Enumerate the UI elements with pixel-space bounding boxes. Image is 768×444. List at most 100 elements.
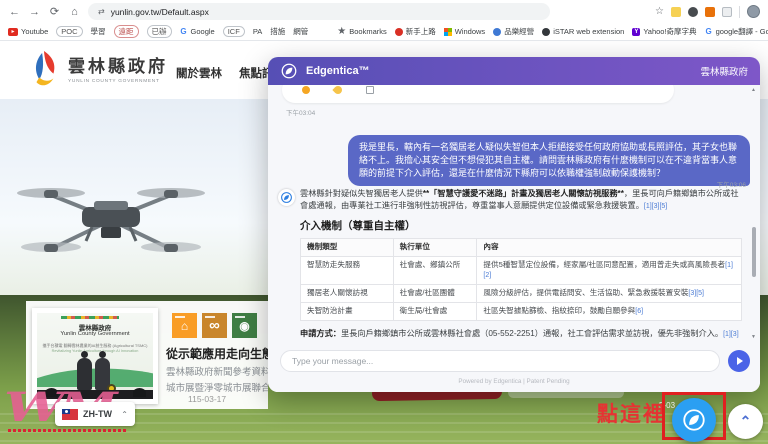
address-bar[interactable]: ⇄ yunlin.gov.tw/Default.aspx: [88, 3, 550, 20]
citation-links[interactable]: [1][3]: [723, 331, 739, 338]
sdg-12-icon: ∞: [202, 313, 227, 338]
scrollbar-down-arrow[interactable]: ▼: [751, 334, 756, 340]
section-title-intervention: 介入機制（尊重自主權）: [300, 218, 742, 233]
audience-head: [133, 388, 146, 397]
bookmark-star-icon[interactable]: ☆: [655, 6, 664, 17]
youtube-favicon: ▸: [8, 28, 18, 36]
scrollbar-thumb[interactable]: [752, 227, 756, 277]
edgentica-avatar-icon: [280, 191, 293, 204]
cell-text: 社區失智據點篩檢、指紋捺印，鼓勵自願參與: [483, 306, 635, 315]
chat-brand: Edgentica™: [306, 65, 370, 77]
watermark-subtext: [8, 429, 126, 432]
yunlin-logo-icon: [28, 49, 60, 87]
site-permissions-icon[interactable]: ⇄: [98, 7, 105, 16]
bookmark-label: 品樂經營: [504, 26, 534, 37]
news-headline[interactable]: 從示範應用走向生態系: [166, 345, 268, 362]
extension-icon-yellow[interactable]: [671, 7, 681, 17]
bookmark-item-istar[interactable]: iSTAR web extension: [542, 27, 624, 36]
toolbar-right: ☆: [655, 5, 760, 18]
intro-bold: **「智慧守護愛不迷路」計畫及獨居老人關懷訪視服務**: [423, 189, 624, 198]
cell-unit: 衛生局/社會處: [393, 303, 477, 321]
bookmark-item-windows[interactable]: Windows: [444, 27, 485, 36]
scroll-to-top-button[interactable]: ⌃: [728, 404, 763, 439]
send-icon: [737, 357, 743, 365]
bookmark-item-google[interactable]: GGoogle: [180, 27, 215, 36]
chat-widget: Edgentica™ 雲林縣政府 下午03:04 我是里長，轄內有一名獨居老人疑…: [268, 57, 760, 392]
yahoo-favicon: Y: [632, 28, 640, 36]
apply-paragraph: 申請方式：里長向戶籍鄉鎮市公所或雲林縣社會處（05-552-2251）通報，社工…: [300, 328, 742, 340]
sdg-11-icon: ⌂: [172, 313, 197, 338]
bookmark-label: POC: [56, 26, 82, 37]
bookmark-item-bookmarks[interactable]: ★Bookmarks: [337, 26, 386, 37]
back-icon[interactable]: ←: [8, 6, 21, 18]
chevron-up-icon: ⌃: [740, 413, 752, 430]
news-desc-line1: 雲林縣政府新聞參考資料11: [166, 364, 268, 378]
profile-avatar[interactable]: [747, 5, 760, 18]
language-selector[interactable]: ZH-TW ⌃: [55, 402, 135, 426]
bookmark-label: iSTAR web extension: [553, 27, 624, 36]
bot-intro-paragraph: 雲林縣針對疑似失智獨居老人提供**「智慧守護愛不迷路」計畫及獨居老人關懷訪視服務…: [300, 188, 742, 212]
bookmark-label: 網管: [293, 26, 308, 37]
bookmark-label: Yahoo!奇摩字典: [643, 26, 696, 37]
send-button[interactable]: [728, 350, 750, 372]
yunlin-logo[interactable]: 雲林縣政府 YUNLIN COUNTY GOVERNMENT: [28, 49, 168, 87]
extension-icon-dark[interactable]: [688, 7, 698, 17]
extensions-puzzle-icon[interactable]: [722, 7, 732, 17]
lightbulb-icon: [332, 85, 343, 96]
timestamp: 下午03:04: [286, 107, 315, 117]
bookmark-item-done[interactable]: 已辦: [147, 25, 172, 38]
bookmark-item-google-translate[interactable]: Ggoogle翻譯 - Goo...: [705, 26, 768, 37]
bookmark-item-biz[interactable]: 品樂經營: [493, 26, 534, 37]
cell-text: 風險分級評估，提供電話問安、生活協助、緊急救援裝置安裝: [483, 288, 688, 297]
message-input[interactable]: [280, 350, 720, 372]
chat-input-area: Powered by Edgentica | Patent Pending: [268, 344, 760, 392]
bookmark-item-icf[interactable]: ICF: [223, 26, 245, 37]
url-text: yunlin.gov.tw/Default.aspx: [111, 7, 209, 17]
extension-icon-orange[interactable]: [705, 7, 715, 17]
photo-logo-strip: [61, 316, 119, 319]
sdg-13-icon: ◉: [232, 313, 257, 338]
bookmark-item-yahoo-dict[interactable]: YYahoo!奇摩字典: [632, 26, 696, 37]
scrollbar-up-arrow[interactable]: ▲: [751, 87, 756, 93]
getting-started-favicon: [395, 28, 403, 36]
edgentica-logo-icon: [280, 62, 298, 80]
browser-toolbar: ← → ⟳ ⌂ ⇄ yunlin.gov.tw/Default.aspx ☆: [0, 0, 768, 23]
citation-links[interactable]: [3][5]: [688, 290, 704, 297]
bookmark-item-measures[interactable]: 措施: [270, 26, 285, 37]
citation-links[interactable]: [1][3][5]: [644, 203, 667, 210]
cell-mechanism: 獨居老人關懷訪視: [301, 285, 394, 303]
thumbs-up-icon: [302, 86, 310, 94]
table-row: 獨居老人關懷訪視 社會處/社區團體 風險分級評估，提供電話問安、生活協助、緊急救…: [301, 285, 742, 303]
cell-content: 提供5種智慧定位設備，經家屬/社區同意配置，適用曾走失或高風險長者[1][2]: [477, 256, 742, 285]
bookmark-item-remote[interactable]: 遠距: [114, 25, 139, 38]
logo-text: 雲林縣政府 YUNLIN COUNTY GOVERNMENT: [68, 52, 168, 84]
edgentica-launcher-icon: [681, 407, 707, 433]
news-desc-line2: 城市展暨淨零城市展聯合開幕: [166, 380, 268, 394]
intro-text: 雲林縣針對疑似失智獨居老人提供: [300, 189, 423, 198]
reload-icon[interactable]: ⟳: [48, 5, 61, 18]
bookmark-item-youtube[interactable]: ▸Youtube: [8, 27, 48, 36]
bookmark-item-poc[interactable]: POC: [56, 26, 82, 37]
mechanism-table: 機制類型 執行單位 內容 智慧防走失服務 社會處、鄉鎮公所 提供5種智慧定位設備…: [300, 238, 742, 321]
apply-text: 里長向戶籍鄉鎮市公所或雲林縣社會處（05-552-2251）通報，社工會評估需求…: [341, 329, 723, 338]
chat-launcher-button[interactable]: [672, 398, 716, 442]
home-icon[interactable]: ⌂: [68, 6, 81, 18]
bookmark-label: Bookmarks: [349, 27, 387, 36]
bookmark-item-netadmin[interactable]: 網管: [293, 26, 308, 37]
citation-links[interactable]: [6]: [635, 308, 643, 315]
table-header-row: 機制類型 執行單位 內容: [301, 239, 742, 257]
table-row: 智慧防走失服務 社會處、鄉鎮公所 提供5種智慧定位設備，經家屬/社區同意配置，適…: [301, 256, 742, 285]
cell-mechanism: 智慧防走失服務: [301, 256, 394, 285]
col-header: 內容: [477, 239, 742, 257]
cell-unit: 社會處、鄉鎮公所: [393, 256, 477, 285]
windows-favicon: [444, 28, 452, 36]
language-label: ZH-TW: [83, 409, 112, 419]
cell-content: 風險分級評估，提供電話問安、生活協助、緊急救援裝置安裝[3][5]: [477, 285, 742, 303]
forward-icon[interactable]: →: [28, 6, 41, 18]
bookmark-item-learn[interactable]: 學習: [91, 26, 106, 37]
bookmark-item-getting-started[interactable]: 新手上路: [395, 26, 436, 37]
bookmark-item-pa[interactable]: PA: [253, 27, 262, 36]
nav-about-yunlin[interactable]: 關於雲林: [176, 65, 222, 81]
site-subtitle: YUNLIN COUNTY GOVERNMENT: [68, 79, 168, 84]
input-row: [280, 350, 750, 372]
